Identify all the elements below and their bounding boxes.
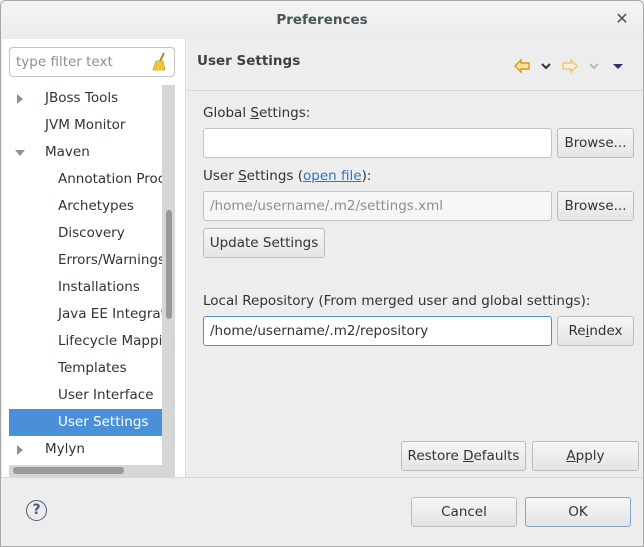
view-menu-icon[interactable] [609, 57, 627, 75]
help-button[interactable]: ? [26, 500, 47, 521]
tree-item-lifecycle-mappings[interactable]: Lifecycle Mappings [9, 328, 162, 355]
expand-arrow-icon[interactable] [15, 85, 25, 112]
back-arrow-icon[interactable] [513, 57, 531, 75]
close-button[interactable]: ✕ [613, 10, 631, 28]
ok-button[interactable]: OK [525, 497, 631, 527]
user-browse-button[interactable]: Browse... [557, 191, 634, 221]
page-title: User Settings [197, 53, 301, 69]
preferences-dialog: Preferences ✕ JBoss Tools JVM Mon [0, 0, 644, 547]
tree-item-jvm-monitor[interactable]: JVM Monitor [9, 112, 162, 139]
global-settings-input[interactable] [203, 128, 552, 158]
global-settings-label: Global Settings: [203, 105, 311, 121]
close-icon: ✕ [615, 9, 629, 28]
preference-tree: JBoss Tools JVM Monitor Maven Annotation… [9, 85, 162, 465]
user-settings-input[interactable]: /home/username/.m2/settings.xml [203, 191, 552, 221]
sidebar: JBoss Tools JVM Monitor Maven Annotation… [2, 39, 186, 477]
open-file-link[interactable]: open file [303, 168, 362, 184]
tree-item-user-settings[interactable]: User Settings [9, 409, 162, 436]
broom-icon[interactable] [152, 52, 168, 72]
back-menu-chevron-icon[interactable] [537, 57, 555, 75]
tree-item-maven[interactable]: Maven [9, 139, 162, 166]
tree-item-jboss-tools[interactable]: JBoss Tools [9, 85, 162, 112]
forward-menu-chevron-icon[interactable] [585, 57, 603, 75]
tree-item-discovery[interactable]: Discovery [9, 220, 162, 247]
horizontal-scroll-thumb[interactable] [13, 467, 124, 474]
tree-item-errors-warnings[interactable]: Errors/Warnings [9, 247, 162, 274]
forward-arrow-icon[interactable] [561, 57, 579, 75]
tree-item-mylyn[interactable]: Mylyn [9, 436, 162, 463]
help-icon: ? [32, 502, 41, 518]
update-settings-button[interactable]: Update Settings [203, 228, 325, 258]
reindex-button[interactable]: Reindex [557, 316, 634, 346]
tree-item-installations[interactable]: Installations [9, 274, 162, 301]
tree-item-templates[interactable]: Templates [9, 355, 162, 382]
filter-box [9, 47, 175, 77]
window-title: Preferences [276, 12, 368, 28]
footer-divider [1, 477, 643, 478]
vertical-scroll-thumb[interactable] [166, 210, 172, 319]
tree-item-annotation-processing[interactable]: Annotation Processing [9, 166, 162, 193]
cancel-button[interactable]: Cancel [411, 497, 517, 527]
tree-item-java-ee-integration[interactable]: Java EE Integration [9, 301, 162, 328]
user-settings-label: User Settings (open file): [203, 168, 372, 184]
restore-defaults-button[interactable]: Restore Defaults [401, 441, 526, 471]
header-divider [187, 90, 643, 91]
filter-input[interactable] [16, 53, 146, 71]
local-repository-input[interactable]: /home/username/.m2/repository [203, 316, 552, 346]
tree-item-user-interface[interactable]: User Interface [9, 382, 162, 409]
apply-button[interactable]: Apply [532, 441, 639, 471]
global-browse-button[interactable]: Browse... [557, 128, 634, 158]
page-nav-toolbar [513, 57, 631, 75]
local-repository-label: Local Repository (From merged user and g… [203, 293, 591, 309]
collapse-arrow-icon[interactable] [15, 139, 25, 166]
tree-item-archetypes[interactable]: Archetypes [9, 193, 162, 220]
expand-arrow-icon[interactable] [15, 436, 25, 463]
settings-page: User Settings Global Settings: Browse...… [187, 39, 643, 477]
title-bar: Preferences ✕ [1, 1, 643, 39]
